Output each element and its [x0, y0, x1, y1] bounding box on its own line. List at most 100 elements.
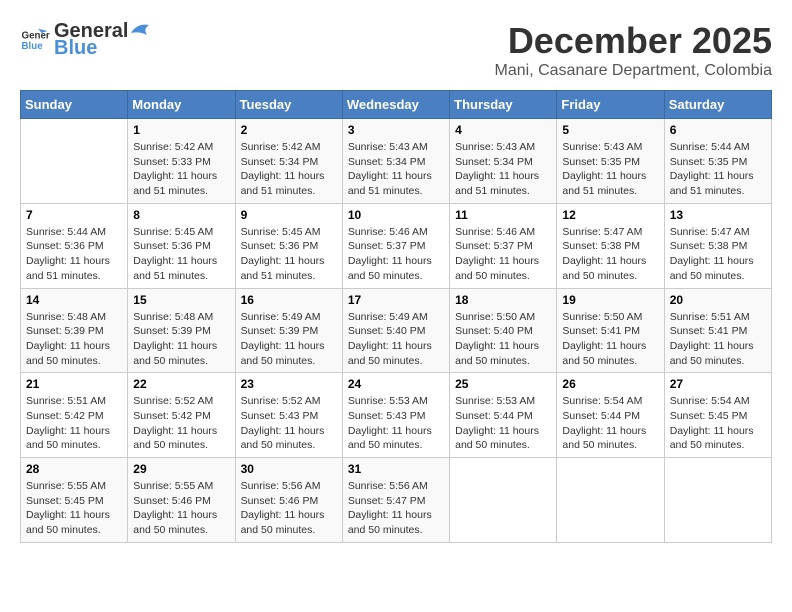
calendar-cell: 31Sunrise: 5:56 AMSunset: 5:47 PMDayligh…	[342, 458, 449, 543]
calendar-cell	[557, 458, 664, 543]
calendar-cell: 2Sunrise: 5:42 AMSunset: 5:34 PMDaylight…	[235, 119, 342, 204]
day-info: Sunrise: 5:53 AMSunset: 5:43 PMDaylight:…	[348, 394, 444, 453]
calendar-cell: 27Sunrise: 5:54 AMSunset: 5:45 PMDayligh…	[664, 373, 771, 458]
day-number: 23	[241, 377, 337, 391]
calendar-cell: 13 Sunrise: 5:47 AMSunset: 5:38 PMDayligh…	[664, 203, 771, 288]
day-info: Sunrise: 5:43 AMSunset: 5:34 PMDaylight:…	[348, 140, 444, 199]
day-info: Sunrise: 5:44 AMSunset: 5:35 PMDaylight:…	[670, 140, 766, 199]
day-info: Sunrise: 5:53 AMSunset: 5:44 PMDaylight:…	[455, 394, 551, 453]
day-info: Sunrise: 5:48 AMSunset: 5:39 PMDaylight:…	[133, 310, 229, 369]
day-info: Sunrise: 5:46 AMSunset: 5:37 PMDaylight:…	[455, 225, 551, 284]
week-row-4: 28 Sunrise: 5:55 AMSunset: 5:45 PMDayligh…	[21, 458, 772, 543]
week-row-3: 21 Sunrise: 5:51 AMSunset: 5:42 PMDayligh…	[21, 373, 772, 458]
calendar-cell: 20Sunrise: 5:51 AMSunset: 5:41 PMDayligh…	[664, 288, 771, 373]
day-number: 6	[670, 123, 766, 137]
day-info: Sunrise: 5:43 AMSunset: 5:34 PMDaylight:…	[455, 140, 551, 199]
day-number: 4	[455, 123, 551, 137]
day-info: Sunrise: 5:54 AMSunset: 5:44 PMDaylight:…	[562, 394, 658, 453]
day-number: 30	[241, 462, 337, 476]
calendar-cell: 16 Sunrise: 5:49 AMSunset: 5:39 PMDayligh…	[235, 288, 342, 373]
day-number: 1	[133, 123, 229, 137]
week-row-2: 14 Sunrise: 5:48 AMSunset: 5:39 PMDayligh…	[21, 288, 772, 373]
calendar-cell: 3 Sunrise: 5:43 AMSunset: 5:34 PMDaylight…	[342, 119, 449, 204]
calendar-cell	[21, 119, 128, 204]
calendar-cell: 10 Sunrise: 5:46 AMSunset: 5:37 PMDayligh…	[342, 203, 449, 288]
day-info: Sunrise: 5:43 AMSunset: 5:35 PMDaylight:…	[562, 140, 658, 199]
day-header-saturday: Saturday	[664, 91, 771, 119]
day-number: 22	[133, 377, 229, 391]
day-number: 3	[348, 123, 444, 137]
svg-text:General: General	[22, 31, 51, 42]
week-row-1: 7Sunrise: 5:44 AMSunset: 5:36 PMDaylight…	[21, 203, 772, 288]
day-number: 16	[241, 293, 337, 307]
day-number: 21	[26, 377, 122, 391]
day-header-wednesday: Wednesday	[342, 91, 449, 119]
calendar-cell: 5 Sunrise: 5:43 AMSunset: 5:35 PMDaylight…	[557, 119, 664, 204]
day-number: 13	[670, 208, 766, 222]
logo-icon: General Blue	[20, 25, 50, 55]
calendar-cell: 9 Sunrise: 5:45 AMSunset: 5:36 PMDaylight…	[235, 203, 342, 288]
calendar-cell: 15 Sunrise: 5:48 AMSunset: 5:39 PMDayligh…	[128, 288, 235, 373]
calendar-cell: 8 Sunrise: 5:45 AMSunset: 5:36 PMDaylight…	[128, 203, 235, 288]
calendar-cell: 29 Sunrise: 5:55 AMSunset: 5:46 PMDayligh…	[128, 458, 235, 543]
calendar-cell: 24 Sunrise: 5:53 AMSunset: 5:43 PMDayligh…	[342, 373, 449, 458]
day-header-tuesday: Tuesday	[235, 91, 342, 119]
calendar-table: SundayMondayTuesdayWednesdayThursdayFrid…	[20, 90, 772, 543]
day-info: Sunrise: 5:46 AMSunset: 5:37 PMDaylight:…	[348, 225, 444, 284]
day-info: Sunrise: 5:42 AMSunset: 5:33 PMDaylight:…	[133, 140, 229, 199]
day-info: Sunrise: 5:45 AMSunset: 5:36 PMDaylight:…	[241, 225, 337, 284]
day-number: 19	[562, 293, 658, 307]
day-info: Sunrise: 5:56 AMSunset: 5:47 PMDaylight:…	[348, 479, 444, 538]
calendar-cell: 28 Sunrise: 5:55 AMSunset: 5:45 PMDayligh…	[21, 458, 128, 543]
day-number: 10	[348, 208, 444, 222]
day-info: Sunrise: 5:52 AMSunset: 5:43 PMDaylight:…	[241, 394, 337, 453]
day-number: 12	[562, 208, 658, 222]
day-info: Sunrise: 5:54 AMSunset: 5:45 PMDaylight:…	[670, 394, 766, 453]
days-header-row: SundayMondayTuesdayWednesdayThursdayFrid…	[21, 91, 772, 119]
day-info: Sunrise: 5:55 AMSunset: 5:46 PMDaylight:…	[133, 479, 229, 538]
calendar-cell: 18Sunrise: 5:50 AMSunset: 5:40 PMDayligh…	[450, 288, 557, 373]
day-number: 5	[562, 123, 658, 137]
calendar-cell: 30 Sunrise: 5:56 AMSunset: 5:46 PMDayligh…	[235, 458, 342, 543]
calendar-cell: 22Sunrise: 5:52 AMSunset: 5:42 PMDayligh…	[128, 373, 235, 458]
day-info: Sunrise: 5:51 AMSunset: 5:42 PMDaylight:…	[26, 394, 122, 453]
calendar-cell	[664, 458, 771, 543]
day-info: Sunrise: 5:44 AMSunset: 5:36 PMDaylight:…	[26, 225, 122, 284]
day-info: Sunrise: 5:42 AMSunset: 5:34 PMDaylight:…	[241, 140, 337, 199]
day-number: 15	[133, 293, 229, 307]
day-number: 8	[133, 208, 229, 222]
calendar-cell: 14Sunrise: 5:48 AMSunset: 5:39 PMDayligh…	[21, 288, 128, 373]
day-info: Sunrise: 5:49 AMSunset: 5:40 PMDaylight:…	[348, 310, 444, 369]
logo: General Blue General Blue	[20, 20, 153, 60]
day-number: 14	[26, 293, 122, 307]
logo-text-block: General Blue	[54, 20, 153, 60]
day-info: Sunrise: 5:56 AMSunset: 5:46 PMDaylight:…	[241, 479, 337, 538]
calendar-cell: 12 Sunrise: 5:47 AMSunset: 5:38 PMDayligh…	[557, 203, 664, 288]
day-number: 24	[348, 377, 444, 391]
day-info: Sunrise: 5:50 AMSunset: 5:40 PMDaylight:…	[455, 310, 551, 369]
main-title: December 2025	[495, 20, 772, 62]
day-info: Sunrise: 5:55 AMSunset: 5:45 PMDaylight:…	[26, 479, 122, 538]
calendar-cell: 11 Sunrise: 5:46 AMSunset: 5:37 PMDayligh…	[450, 203, 557, 288]
calendar-cell: 23 Sunrise: 5:52 AMSunset: 5:43 PMDayligh…	[235, 373, 342, 458]
calendar-cell: 17Sunrise: 5:49 AMSunset: 5:40 PMDayligh…	[342, 288, 449, 373]
day-info: Sunrise: 5:50 AMSunset: 5:41 PMDaylight:…	[562, 310, 658, 369]
day-number: 28	[26, 462, 122, 476]
calendar-cell: 19 Sunrise: 5:50 AMSunset: 5:41 PMDayligh…	[557, 288, 664, 373]
week-row-0: 1 Sunrise: 5:42 AMSunset: 5:33 PMDaylight…	[21, 119, 772, 204]
day-info: Sunrise: 5:51 AMSunset: 5:41 PMDaylight:…	[670, 310, 766, 369]
day-number: 11	[455, 208, 551, 222]
day-info: Sunrise: 5:47 AMSunset: 5:38 PMDaylight:…	[562, 225, 658, 284]
calendar-cell: 21 Sunrise: 5:51 AMSunset: 5:42 PMDayligh…	[21, 373, 128, 458]
day-info: Sunrise: 5:49 AMSunset: 5:39 PMDaylight:…	[241, 310, 337, 369]
day-info: Sunrise: 5:45 AMSunset: 5:36 PMDaylight:…	[133, 225, 229, 284]
day-number: 9	[241, 208, 337, 222]
day-number: 26	[562, 377, 658, 391]
calendar-cell: 1 Sunrise: 5:42 AMSunset: 5:33 PMDaylight…	[128, 119, 235, 204]
day-number: 29	[133, 462, 229, 476]
calendar-cell	[450, 458, 557, 543]
calendar-cell: 7Sunrise: 5:44 AMSunset: 5:36 PMDaylight…	[21, 203, 128, 288]
calendar-cell: 26 Sunrise: 5:54 AMSunset: 5:44 PMDayligh…	[557, 373, 664, 458]
day-info: Sunrise: 5:47 AMSunset: 5:38 PMDaylight:…	[670, 225, 766, 284]
day-header-friday: Friday	[557, 91, 664, 119]
